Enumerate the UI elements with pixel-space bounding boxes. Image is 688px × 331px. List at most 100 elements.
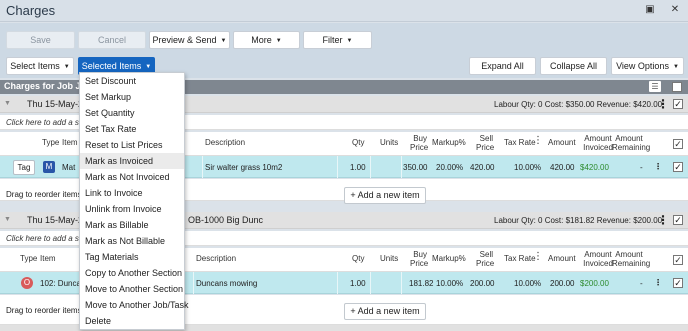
row-description[interactable]: Duncans mowing (196, 279, 257, 288)
preview-send-button[interactable]: Preview & Send ▼ (149, 31, 230, 49)
section-menu-icon[interactable]: ⋮ (657, 214, 669, 226)
menu-item-unlink-from-invoice[interactable]: Unlink from Invoice (80, 201, 184, 217)
row-qty[interactable]: 1.00 (350, 163, 366, 172)
row-item[interactable]: Mat (62, 163, 75, 172)
menu-item-link-to-invoice[interactable]: Link to Invoice (80, 185, 184, 201)
column-checkbox[interactable]: ✓ (673, 139, 683, 149)
col-sell-price[interactable]: Sell Price (476, 134, 494, 152)
section-title: Thu 15-May-2 (27, 215, 84, 225)
caret-down-icon: ▼ (220, 38, 227, 44)
view-options-label: View Options (616, 61, 669, 71)
maximize-icon[interactable]: ▣ (644, 4, 656, 16)
col-item[interactable]: Item (40, 254, 56, 263)
col-markup[interactable]: Markup% (432, 138, 466, 147)
row-markup[interactable]: 20.00% (436, 163, 463, 172)
tax-rate-menu-icon[interactable]: ⋮ (533, 136, 543, 146)
row-menu-icon[interactable]: ⋮ (654, 277, 662, 289)
col-amount-invoiced[interactable]: Amount Invoiced (582, 134, 614, 152)
reorder-hint: Drag to reorder items (6, 306, 82, 315)
menu-item-reset-to-list-prices[interactable]: Reset to List Prices (80, 137, 184, 153)
col-qty[interactable]: Qty (352, 138, 364, 147)
col-units[interactable]: Units (380, 254, 398, 263)
tag-button[interactable]: Tag (13, 160, 35, 175)
expand-all-button[interactable]: Expand All (469, 57, 536, 75)
add-section-link[interactable]: Click here to add a sect (6, 234, 90, 243)
select-items-button[interactable]: Select Items ▼ (6, 57, 74, 75)
row-description[interactable]: Sir walter grass 10m2 (205, 163, 282, 172)
col-units[interactable]: Units (380, 138, 398, 147)
selected-items-label: Selected Items (81, 61, 142, 71)
close-icon[interactable]: ✕ (669, 4, 681, 16)
menu-item-move-to-another-section[interactable]: Move to Another Section (80, 281, 184, 297)
view-options-button[interactable]: View Options ▼ (611, 57, 684, 75)
row-checkbox[interactable]: ✓ (673, 278, 683, 288)
col-item[interactable]: Item (62, 138, 78, 147)
col-buy-price[interactable]: Buy Price (410, 250, 428, 268)
menu-item-mark-as-not-invoiced[interactable]: Mark as Not Invoiced (80, 169, 184, 185)
col-tax-rate[interactable]: Tax Rate (504, 254, 536, 263)
expand-icon[interactable]: ▼ (4, 216, 11, 223)
row-buy-price[interactable]: 350.00 (403, 163, 427, 172)
col-type[interactable]: Type (42, 138, 59, 147)
row-sell-price[interactable]: 200.00 (470, 279, 494, 288)
reorder-hint: Drag to reorder items (6, 190, 82, 199)
col-markup[interactable]: Markup% (432, 254, 466, 263)
filter-button[interactable]: Filter ▼ (303, 31, 372, 49)
add-new-item-button[interactable]: + Add a new item (344, 303, 426, 320)
row-tax-rate[interactable]: 10.00% (514, 279, 541, 288)
column-checkbox[interactable]: ✓ (673, 255, 683, 265)
col-description[interactable]: Description (196, 254, 236, 263)
row-checkbox[interactable]: ✓ (673, 162, 683, 172)
collapse-all-button[interactable]: Collapse All (540, 57, 607, 75)
menu-item-delete[interactable]: Delete (80, 313, 184, 329)
menu-item-mark-as-invoiced[interactable]: Mark as Invoiced (80, 153, 184, 169)
menu-item-set-discount[interactable]: Set Discount (80, 73, 184, 89)
col-description[interactable]: Description (205, 138, 245, 147)
section-checkbox[interactable]: ✓ (673, 215, 683, 225)
col-amount[interactable]: Amount (548, 254, 576, 263)
row-sell-price[interactable]: 420.00 (470, 163, 494, 172)
col-type[interactable]: Type (20, 254, 37, 263)
col-tax-rate[interactable]: Tax Rate (504, 138, 536, 147)
section-summary: Labour Qty: 0 Cost: $350.00 Revenue: $42… (494, 100, 663, 109)
expand-icon[interactable]: ▼ (4, 100, 11, 107)
col-amount[interactable]: Amount (548, 138, 576, 147)
more-button[interactable]: More ▼ (233, 31, 300, 49)
filter-label: Filter (322, 35, 343, 45)
add-new-item-button[interactable]: + Add a new item (344, 187, 426, 204)
row-amount[interactable]: 200.00 (550, 279, 574, 288)
caret-down-icon: ▼ (145, 64, 152, 70)
row-tax-rate[interactable]: 10.00% (514, 163, 541, 172)
menu-item-move-to-another-job-task[interactable]: Move to Another Job/Task (80, 297, 189, 313)
add-section-link[interactable]: Click here to add a sect (6, 118, 90, 127)
col-buy-price[interactable]: Buy Price (410, 134, 428, 152)
col-amount-remaining[interactable]: Amount Remaining (612, 134, 650, 152)
row-amount[interactable]: 420.00 (550, 163, 574, 172)
col-amount-remaining[interactable]: Amount Remaining (612, 250, 650, 268)
cancel-button[interactable]: Cancel (78, 31, 146, 49)
save-button[interactable]: Save (6, 31, 75, 49)
column-chooser-icon[interactable]: ☰ (649, 81, 661, 92)
tax-rate-menu-icon[interactable]: ⋮ (533, 252, 543, 262)
menu-item-mark-as-billable[interactable]: Mark as Billable (80, 217, 184, 233)
menu-item-mark-as-not-billable[interactable]: Mark as Not Billable (80, 233, 184, 249)
menu-item-tag-materials[interactable]: Tag Materials (80, 249, 184, 265)
row-amount-remaining: - (640, 279, 643, 288)
row-markup[interactable]: 10.00% (436, 279, 463, 288)
row-qty[interactable]: 1.00 (350, 279, 366, 288)
cell-divider (337, 156, 338, 178)
menu-item-copy-to-another-section[interactable]: Copy to Another Section (80, 265, 184, 281)
row-buy-price[interactable]: 181.82 (409, 279, 433, 288)
col-qty[interactable]: Qty (352, 254, 364, 263)
row-menu-icon[interactable]: ⋮ (654, 161, 662, 173)
col-sell-price[interactable]: Sell Price (476, 250, 494, 268)
section-menu-icon[interactable]: ⋮ (657, 98, 669, 110)
select-all-checkbox[interactable] (672, 82, 682, 92)
caret-down-icon: ▼ (275, 38, 282, 44)
menu-item-set-quantity[interactable]: Set Quantity (80, 105, 184, 121)
cell-divider (337, 272, 338, 294)
menu-item-set-markup[interactable]: Set Markup (80, 89, 184, 105)
menu-item-set-tax-rate[interactable]: Set Tax Rate (80, 121, 184, 137)
section-checkbox[interactable]: ✓ (673, 99, 683, 109)
col-amount-invoiced[interactable]: Amount Invoiced (582, 250, 614, 268)
